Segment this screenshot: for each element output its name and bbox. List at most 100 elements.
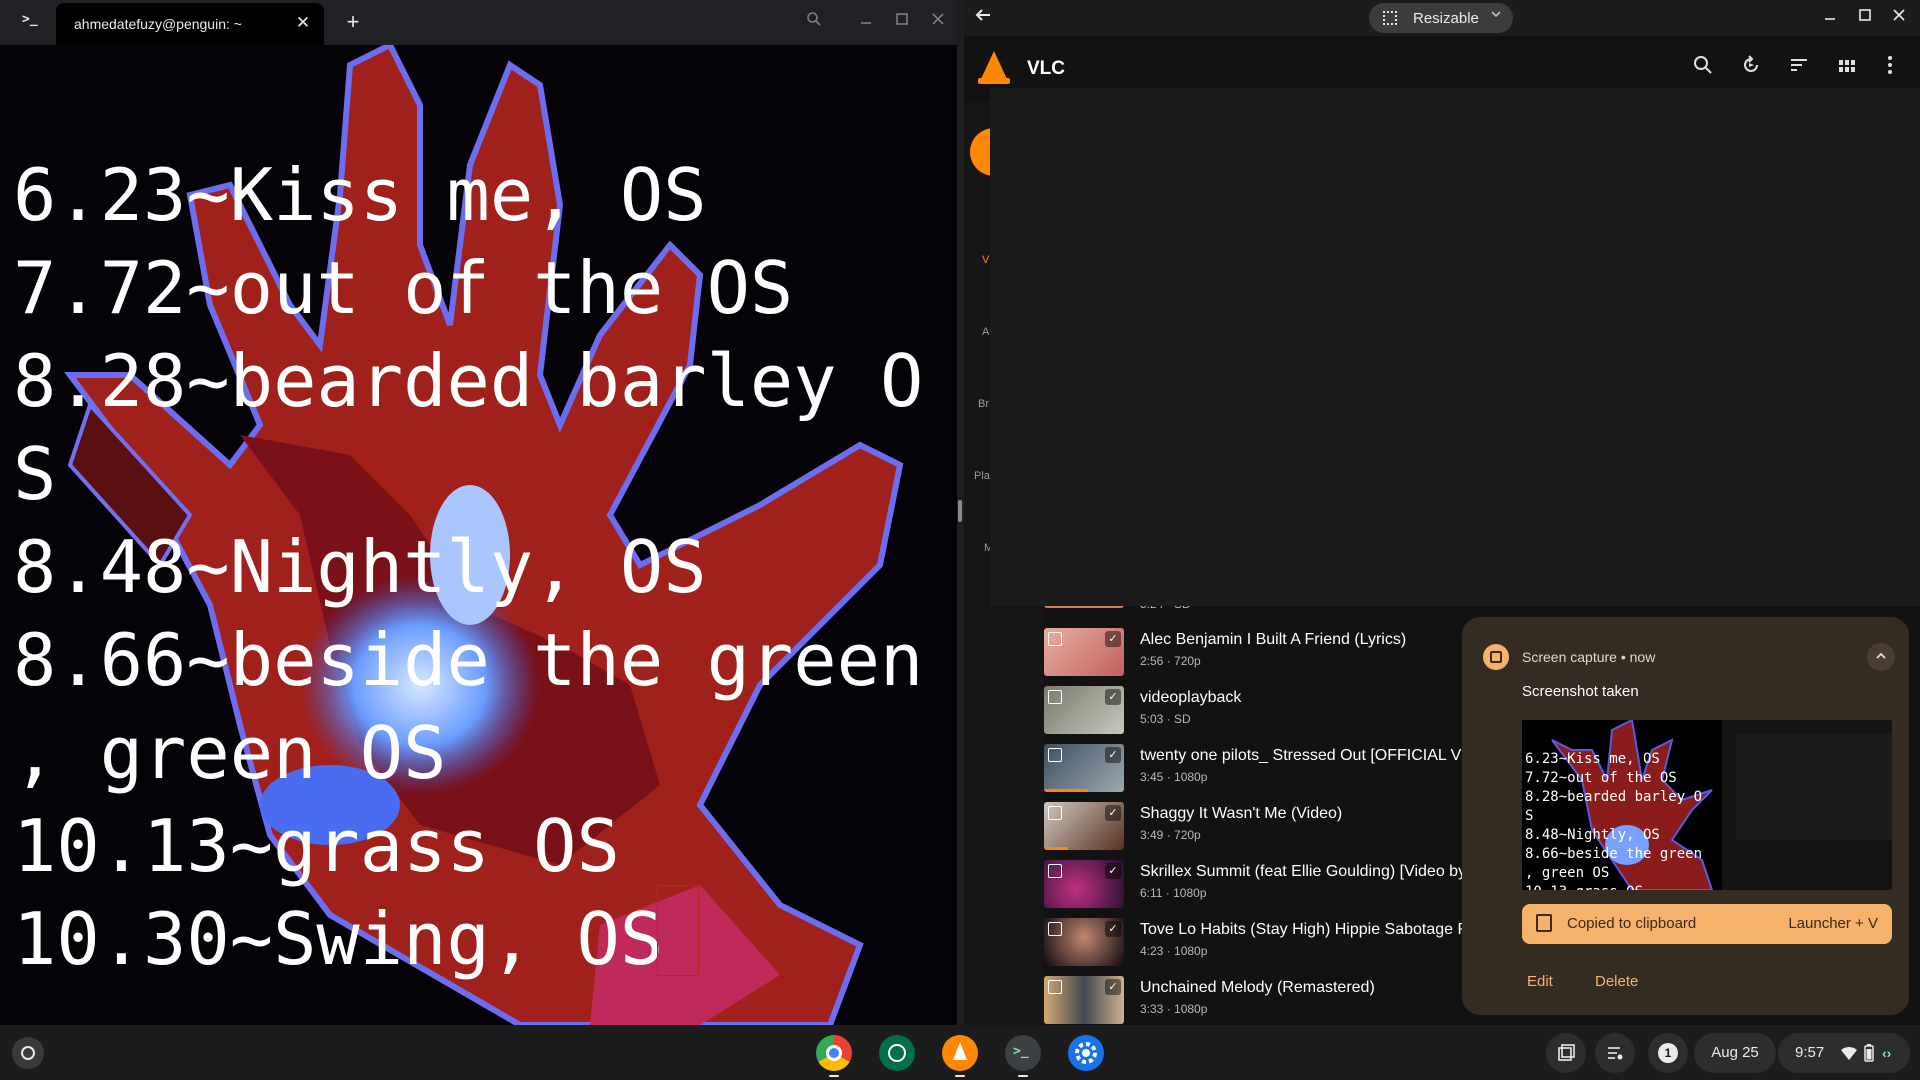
terminal-window: >_ ahmedatefuzy@penguin: ~ ✕ + 6.23~Kiss… [0, 0, 957, 1025]
screenshot-preview[interactable]: 6.23~Kiss me, OS 7.72~out of the OS 8.28~b… [1522, 720, 1892, 890]
video-progress-bar [1044, 847, 1068, 850]
battery-icon [1864, 1044, 1874, 1062]
new-tab-button[interactable]: + [339, 8, 367, 36]
check-icon[interactable]: ✓ [1105, 863, 1121, 879]
check-icon[interactable]: ✓ [1105, 689, 1121, 705]
notification-counter[interactable]: 1 [1648, 1033, 1688, 1073]
terminal-icon[interactable]: >_ [1005, 1035, 1041, 1071]
video-thumbnail: ✓ [1044, 860, 1124, 908]
terminal-cursor [657, 885, 699, 976]
preview-line: 8.66~beside the green [1525, 846, 1703, 862]
vlc-logo-icon [981, 51, 1007, 79]
storage-icon [1048, 806, 1062, 820]
check-icon[interactable]: ✓ [1105, 631, 1121, 647]
collapse-icon[interactable] [1867, 643, 1895, 671]
terminal-glyph: >_ [1013, 1044, 1029, 1059]
terminal-line: 8.48~Nightly, OS [13, 525, 707, 609]
sort-icon[interactable] [1785, 55, 1813, 83]
close-tab-icon[interactable]: ✕ [292, 12, 314, 34]
video-thumbnail: ✓ [1044, 628, 1124, 676]
minimize-icon[interactable] [855, 11, 877, 33]
nav-audio-label[interactable]: A [982, 326, 989, 338]
terminal-app-icon: >_ [22, 12, 38, 27]
nav-browse-label[interactable]: Br [978, 398, 989, 410]
terminal-line: , green OS [13, 711, 447, 795]
video-meta: 2:56 · 720p [1140, 654, 1201, 668]
settings-icon[interactable] [1068, 1035, 1104, 1071]
video-thumbnail: ✓ [1044, 918, 1124, 966]
terminal-line: 6.23~Kiss me, OS [13, 153, 707, 237]
split-divider-handle[interactable] [958, 500, 962, 522]
terminal-output[interactable]: 6.23~Kiss me, OS 7.72~out of the OS 8.28~b… [0, 45, 957, 1025]
terminal-line: 8.66~beside the green [13, 618, 924, 702]
minimize-icon[interactable] [1818, 6, 1842, 30]
app-title: VLC [1027, 58, 1065, 79]
nav-playlists-label[interactable]: Pla [974, 470, 990, 482]
search-icon[interactable] [1689, 55, 1717, 83]
shelf: >_ 1 Aug 25 9:57 ‹› [0, 1025, 1920, 1080]
vlc-running-indicator [955, 1075, 965, 1077]
resizable-dropdown[interactable]: Resizable [1369, 3, 1513, 33]
screenshot-notification[interactable]: Screen capture • now Screenshot taken 6.… [1462, 617, 1909, 1015]
terminal-line: 8.28~bearded barley O [13, 339, 924, 423]
vlc-logo-base [978, 78, 1010, 84]
notification-title: Screenshot taken [1522, 683, 1639, 700]
video-thumbnail: ✓ [1044, 976, 1124, 1024]
preview-line: S [1525, 808, 1534, 824]
chrome-icon[interactable] [816, 1035, 852, 1071]
terminal-running-indicator [1018, 1075, 1028, 1077]
copied-to-clipboard-bar[interactable]: Copied to clipboard Launcher + V [1522, 904, 1892, 944]
resizable-label: Resizable [1413, 10, 1479, 27]
screen-capture-icon [1483, 644, 1509, 670]
video-thumbnail: ✓ [1044, 744, 1124, 792]
clipboard-icon [1536, 914, 1552, 932]
check-icon[interactable]: ✓ [1105, 979, 1121, 995]
video-title: videoplayback [1140, 689, 1242, 706]
close-window-icon[interactable] [927, 11, 949, 33]
more-options-icon[interactable] [1876, 55, 1904, 83]
storage-icon [1048, 748, 1062, 762]
media-controls-button[interactable] [1595, 1033, 1635, 1073]
desktop: >_ ahmedatefuzy@penguin: ~ ✕ + 6.23~Kiss… [0, 0, 1920, 1080]
nav-video-label[interactable]: V [982, 254, 989, 266]
date-button[interactable]: Aug 25 [1694, 1033, 1776, 1073]
check-icon[interactable]: ✓ [1105, 921, 1121, 937]
resume-playback-icon[interactable] [1737, 55, 1765, 83]
clock-time: 9:57 [1795, 1044, 1825, 1061]
notification-app-line: Screen capture • now [1522, 649, 1656, 665]
video-progress-bar [1044, 789, 1088, 792]
maximize-icon[interactable] [1853, 6, 1877, 30]
preview-terminal: 6.23~Kiss me, OS 7.72~out of the OS 8.28~b… [1522, 720, 1722, 890]
check-icon[interactable]: ✓ [1105, 747, 1121, 763]
video-meta: 3:45 · 1080p [1140, 770, 1208, 784]
terminal-line: 10.13~grass OS [13, 804, 620, 888]
starbucks-icon[interactable] [879, 1035, 915, 1071]
terminal-line: S [13, 432, 57, 516]
delete-button[interactable]: Delete [1595, 973, 1638, 990]
grid-view-icon[interactable] [1833, 55, 1861, 83]
video-title: twenty one pilots_ Stressed Out [OFFICIA… [1140, 747, 1470, 764]
launcher-button[interactable] [12, 1037, 44, 1069]
video-thumbnail: ✓ [1044, 686, 1124, 734]
edit-button[interactable]: Edit [1527, 973, 1553, 990]
video-meta: 3:49 · 720p [1140, 828, 1201, 842]
preview-line: 6.23~Kiss me, OS [1525, 751, 1660, 767]
terminal-text: 6.23~Kiss me, OS 7.72~out of the OS 8.28~b… [13, 149, 923, 986]
check-icon[interactable]: ✓ [1105, 805, 1121, 821]
terminal-tab-title: ahmedatefuzy@penguin: ~ [74, 16, 242, 32]
vlc-icon[interactable] [942, 1035, 978, 1071]
terminal-line: 7.72~out of the OS [13, 246, 794, 330]
preview-line: 8.48~Nightly, OS [1525, 827, 1660, 843]
back-arrow-icon[interactable] [970, 5, 996, 31]
status-area[interactable]: 9:57 ‹› [1778, 1033, 1910, 1073]
preview-text: 6.23~Kiss me, OS 7.72~out of the OS 8.28~b… [1525, 750, 1702, 890]
maximize-icon[interactable] [891, 11, 913, 33]
storage-icon [1048, 632, 1062, 646]
video-title: Alec Benjamin I Built A Friend (Lyrics) [1140, 631, 1407, 648]
video-title: Shaggy It Wasn't Me (Video) [1140, 805, 1343, 822]
terminal-tab[interactable]: ahmedatefuzy@penguin: ~ ✕ [56, 3, 324, 45]
close-window-icon[interactable] [1887, 6, 1911, 30]
holding-space-button[interactable] [1546, 1033, 1586, 1073]
storage-icon [1048, 980, 1062, 994]
zoom-icon[interactable] [803, 11, 825, 33]
